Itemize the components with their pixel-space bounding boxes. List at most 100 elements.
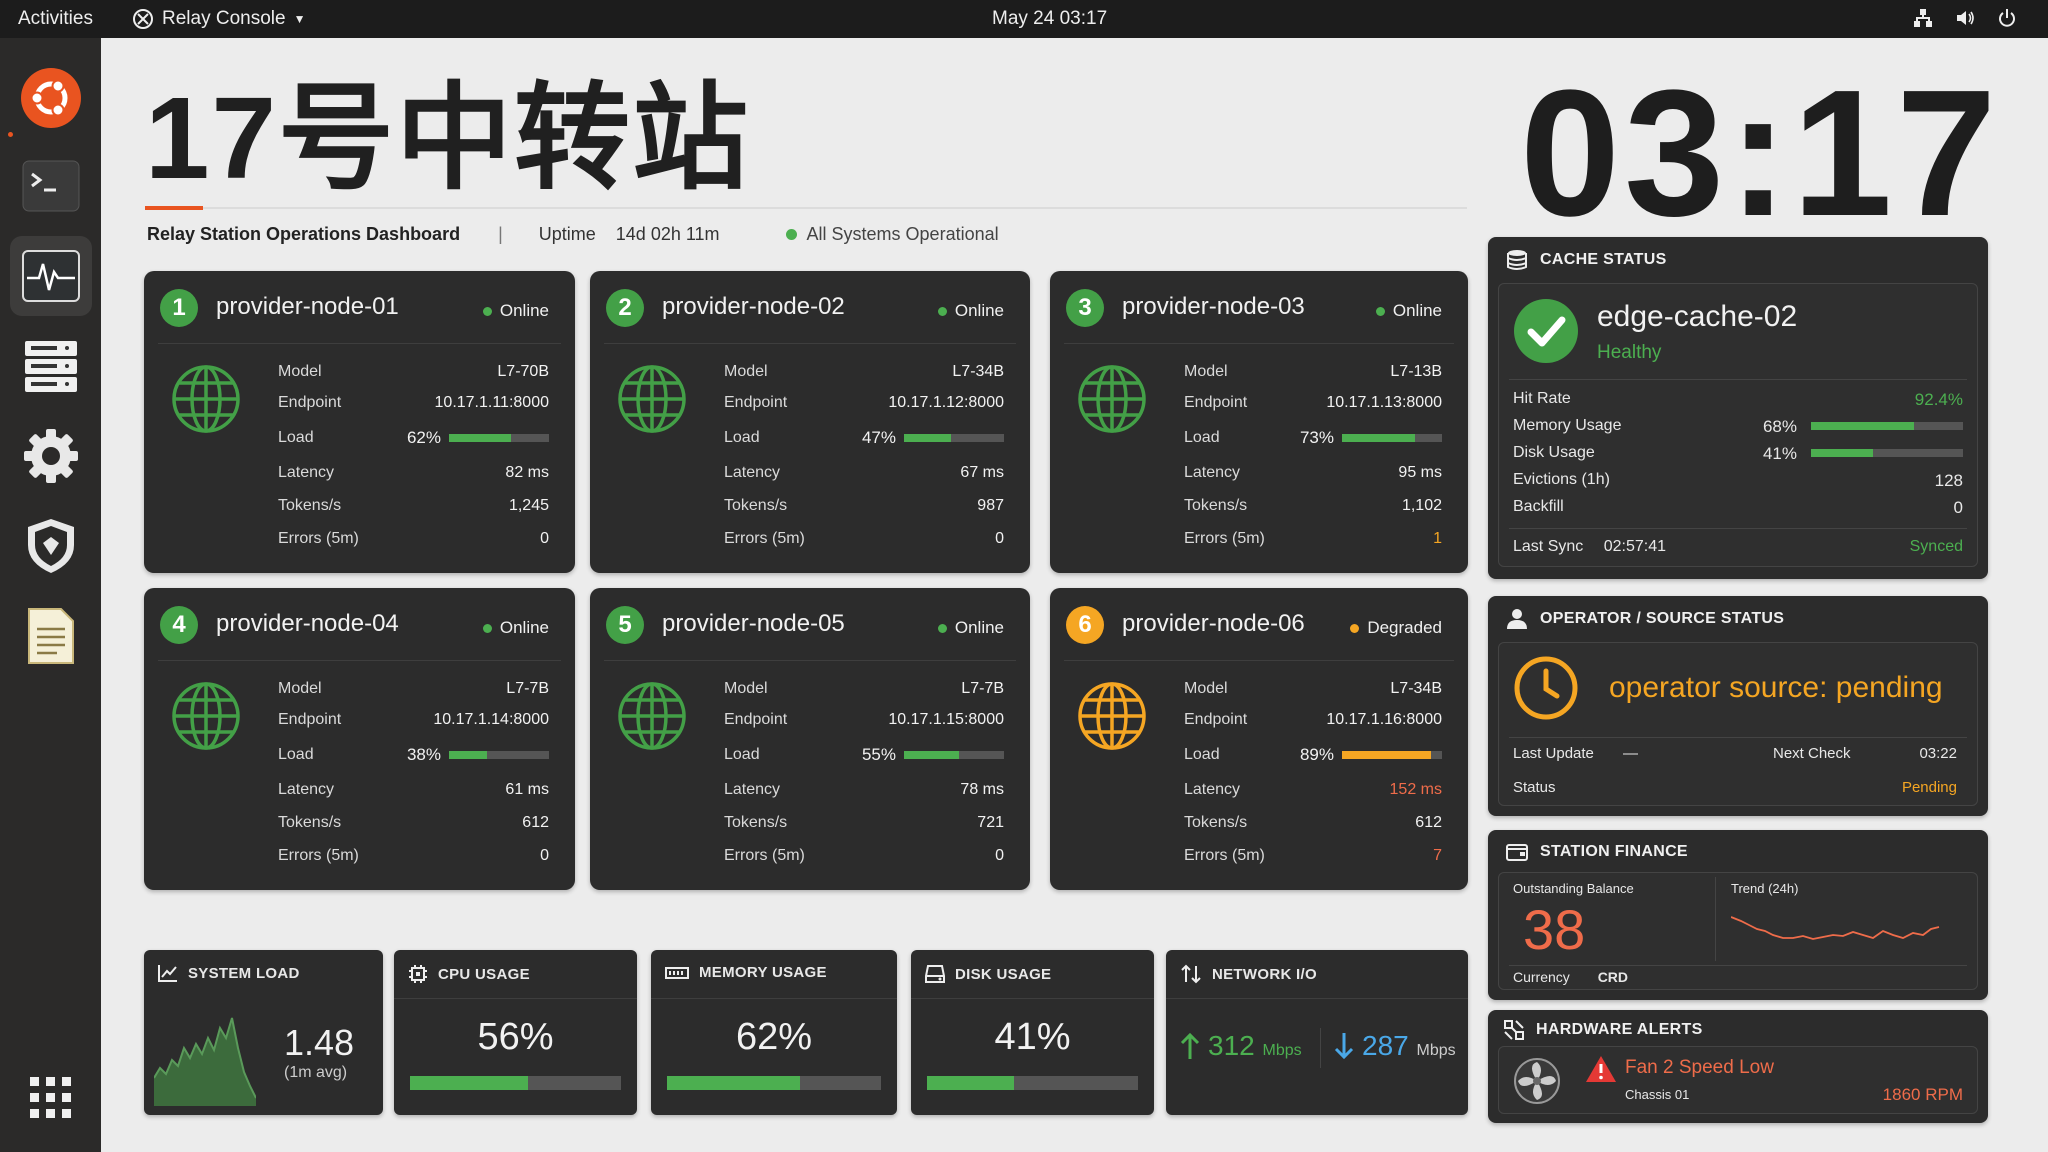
- dock-settings[interactable]: [10, 416, 92, 496]
- cache-title: CACHE STATUS: [1506, 249, 1667, 271]
- sync-row: Last Sync 02:57:41 Synced: [1513, 538, 1963, 556]
- disk-bar-fill: [1811, 449, 1874, 457]
- tokens-row: Tokens/s 721: [724, 810, 1004, 835]
- backfill-label: Backfill: [1513, 498, 1564, 515]
- cpu-bar-fill: [410, 1076, 529, 1090]
- disk-label: Disk Usage: [1513, 444, 1595, 461]
- node-card[interactable]: 6 provider-node-06 Degraded Model L7-34B …: [1050, 588, 1468, 890]
- dock: [0, 38, 101, 1152]
- evictions-value: 128: [1934, 471, 1963, 490]
- load-bar-fill: [1342, 433, 1415, 442]
- node-status: Online: [482, 301, 549, 321]
- dock-system-monitor[interactable]: [10, 236, 92, 316]
- server-icon: [25, 341, 77, 392]
- topbar-clock[interactable]: May 24 03:17: [992, 8, 1107, 30]
- cpu-value: 56%: [477, 1016, 554, 1058]
- errors-row: Errors (5m) 0: [278, 843, 549, 868]
- errors-row: Errors (5m) 0: [724, 526, 1004, 551]
- load-bar: [904, 750, 1004, 759]
- app-menu[interactable]: Relay Console ▼: [132, 8, 305, 30]
- status-label: Status: [1513, 779, 1556, 796]
- node-card[interactable]: 2 provider-node-02 Online Model L7-34B En…: [590, 271, 1030, 573]
- header-subline: Relay Station Operations Dashboard | Upt…: [147, 224, 999, 245]
- endpoint-row: Endpoint 10.17.1.13:8000: [1184, 390, 1442, 415]
- trend-label: Trend (24h): [1731, 881, 1799, 896]
- tokens-value: 1,245: [508, 496, 549, 514]
- app-grid-icon: [30, 1077, 71, 1118]
- endpoint-label: Endpoint: [724, 710, 788, 728]
- cache-divider: [1509, 379, 1967, 380]
- node-metrics: Model L7-7B Endpoint 10.17.1.15:8000 Load 5…: [724, 676, 1004, 868]
- node-metrics: Model L7-70B Endpoint 10.17.1.11:8000 Load…: [278, 359, 549, 551]
- trend-sparkline: [1731, 916, 1940, 940]
- errors-label: Errors (5m): [278, 846, 359, 864]
- dock-server[interactable]: [10, 326, 92, 406]
- database-icon: [1507, 250, 1527, 270]
- network-up-unit: Mbps: [1262, 1042, 1302, 1059]
- load-label: Load: [1184, 428, 1220, 446]
- dock-app-grid[interactable]: [10, 1058, 92, 1138]
- memory-divider: [651, 998, 897, 999]
- node-status-text: Degraded: [1367, 618, 1442, 637]
- backfill-row: Backfill 0: [1513, 498, 1963, 525]
- latency-row: Latency 152 ms: [1184, 777, 1442, 802]
- node-card[interactable]: 4 provider-node-04 Online Model L7-7B End…: [144, 588, 575, 890]
- last-update-row: Last Update — Next Check 03:22: [1513, 745, 1957, 779]
- evictions-row: Evictions (1h) 128: [1513, 471, 1963, 498]
- title-divider: [145, 207, 1467, 209]
- network-title-text: NETWORK I/O: [1212, 965, 1317, 983]
- node-number-badge: 2: [606, 289, 644, 327]
- cpu-icon: [409, 965, 427, 983]
- model-label: Model: [1184, 362, 1228, 380]
- load-value: 62%: [406, 427, 441, 447]
- dock-terminal[interactable]: [10, 146, 92, 226]
- node-status-text: Online: [499, 301, 549, 320]
- cache-health: Healthy: [1597, 342, 1662, 363]
- model-row: Model L7-34B: [724, 359, 1004, 384]
- dock-ubuntu[interactable]: [10, 58, 92, 138]
- last-update-value: —: [1623, 745, 1638, 762]
- errors-label: Errors (5m): [1184, 529, 1265, 547]
- load-bar-fill: [904, 433, 951, 442]
- tokens-row: Tokens/s 987: [724, 493, 1004, 518]
- load-label: Load: [724, 428, 760, 446]
- node-card[interactable]: 1 provider-node-01 Online Model L7-70B En…: [144, 271, 575, 573]
- clock-icon: [1514, 656, 1578, 720]
- alert-source: Chassis 01: [1625, 1087, 1690, 1102]
- node-card[interactable]: 3 provider-node-03 Online Model L7-13B En…: [1050, 271, 1468, 573]
- node-number-badge: 3: [1066, 289, 1104, 327]
- volume-icon[interactable]: [1954, 7, 1976, 29]
- station-title: 17号中转站: [145, 73, 751, 203]
- finance-inner: Outstanding Balance 38 Trend (24h) Curre…: [1498, 872, 1978, 990]
- dock-security[interactable]: [10, 506, 92, 586]
- node-metrics: Model L7-13B Endpoint 10.17.1.13:8000 Load…: [1184, 359, 1442, 551]
- alert-inner[interactable]: Fan 2 Speed Low Chassis 01 1860 RPM: [1498, 1046, 1978, 1114]
- load-row: Load 89%: [1184, 742, 1442, 767]
- endpoint-value: 10.17.1.16:8000: [1326, 710, 1442, 728]
- tokens-label: Tokens/s: [1184, 813, 1248, 831]
- node-divider: [158, 660, 561, 661]
- status-dot: [785, 229, 797, 240]
- tokens-value: 612: [1415, 813, 1442, 831]
- power-icon[interactable]: [1996, 7, 2018, 29]
- line-chart-icon: [158, 965, 177, 982]
- disk-title: DISK USAGE: [925, 964, 1051, 984]
- hit-rate-row: Hit Rate 92.4%: [1513, 390, 1963, 417]
- dock-text-editor[interactable]: [10, 596, 92, 676]
- node-card[interactable]: 5 provider-node-05 Online Model L7-7B End…: [590, 588, 1030, 890]
- node-number-badge: 6: [1066, 606, 1104, 644]
- globe-icon: [170, 363, 242, 440]
- errors-label: Errors (5m): [278, 529, 359, 547]
- activities-button[interactable]: Activities: [18, 8, 93, 30]
- system-tray[interactable]: [1912, 7, 2018, 29]
- network-up-value: 312: [1208, 1030, 1255, 1061]
- next-check-label: Next Check: [1773, 745, 1851, 762]
- node-name: provider-node-02: [662, 293, 845, 320]
- node-number-badge: 1: [160, 289, 198, 327]
- node-status: Online: [482, 618, 549, 638]
- tokens-row: Tokens/s 1,102: [1184, 493, 1442, 518]
- load-bar-fill: [449, 433, 511, 442]
- currency-label: Currency: [1513, 969, 1570, 985]
- network-icon[interactable]: [1912, 7, 1934, 29]
- last-update-label: Last Update: [1513, 745, 1594, 762]
